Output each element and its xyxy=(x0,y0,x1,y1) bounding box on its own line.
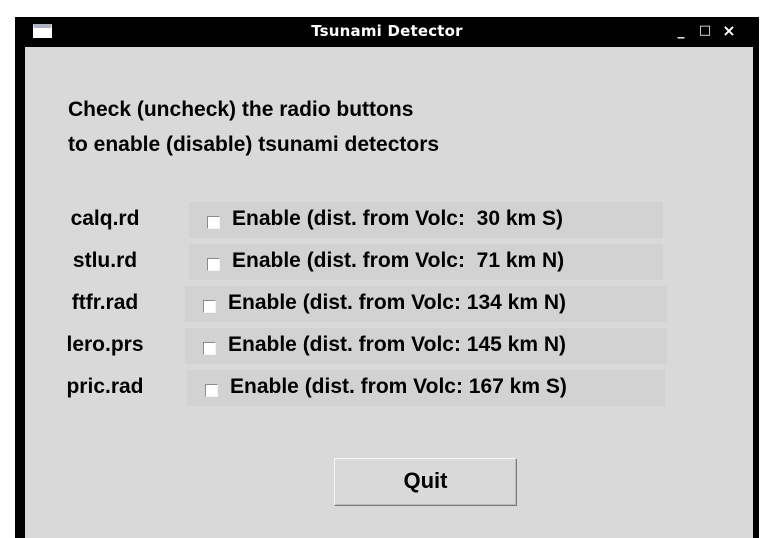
checkbutton-label: Enable (dist. from Volc: 134 km N) xyxy=(228,291,567,314)
detector-checkbutton-pric[interactable]: Enable (dist. from Volc: 167 km S) xyxy=(187,370,665,406)
detector-checkbutton-calq[interactable]: Enable (dist. from Volc: 30 km S) xyxy=(189,202,663,238)
title-bar[interactable]: Tsunami Detector _ □ × xyxy=(15,17,759,47)
window-title: Tsunami Detector xyxy=(311,22,463,40)
maximize-icon[interactable]: □ xyxy=(695,21,715,41)
detector-name-ftfr: ftfr.rad xyxy=(71,291,139,314)
instruction-text: Check (uncheck) the radio buttons to ena… xyxy=(68,92,439,162)
quit-button[interactable]: Quit xyxy=(334,458,517,506)
checkbox[interactable] xyxy=(203,342,216,355)
application-window: Tsunami Detector _ □ × Check (uncheck) t… xyxy=(15,17,759,538)
detector-name-calq: calq.rd xyxy=(70,207,140,230)
minimize-icon[interactable]: _ xyxy=(671,21,691,41)
detector-checkbutton-stlu[interactable]: Enable (dist. from Volc: 71 km N) xyxy=(189,244,663,280)
detector-name-pric: pric.rad xyxy=(66,375,144,398)
checkbox[interactable] xyxy=(207,258,220,271)
checkbutton-label: Enable (dist. from Volc: 30 km S) xyxy=(232,207,564,230)
detector-checkbutton-ftfr[interactable]: Enable (dist. from Volc: 134 km N) xyxy=(185,286,667,322)
checkbox[interactable] xyxy=(205,384,218,397)
instruction-line-2: to enable (disable) tsunami detectors xyxy=(68,133,440,156)
checkbox[interactable] xyxy=(203,300,216,313)
detector-checkbutton-lero[interactable]: Enable (dist. from Volc: 145 km N) xyxy=(185,328,667,364)
detector-name-lero: lero.prs xyxy=(66,333,144,356)
checkbutton-label: Enable (dist. from Volc: 145 km N) xyxy=(228,333,567,356)
close-icon[interactable]: × xyxy=(719,21,739,41)
detector-name-stlu: stlu.rd xyxy=(72,249,138,272)
instruction-line-1: Check (uncheck) the radio buttons xyxy=(68,98,414,121)
checkbutton-label: Enable (dist. from Volc: 167 km S) xyxy=(230,375,567,398)
checkbutton-label: Enable (dist. from Volc: 71 km N) xyxy=(232,249,565,272)
dialog-body: Check (uncheck) the radio buttons to ena… xyxy=(25,47,753,538)
checkbox[interactable] xyxy=(207,216,220,229)
